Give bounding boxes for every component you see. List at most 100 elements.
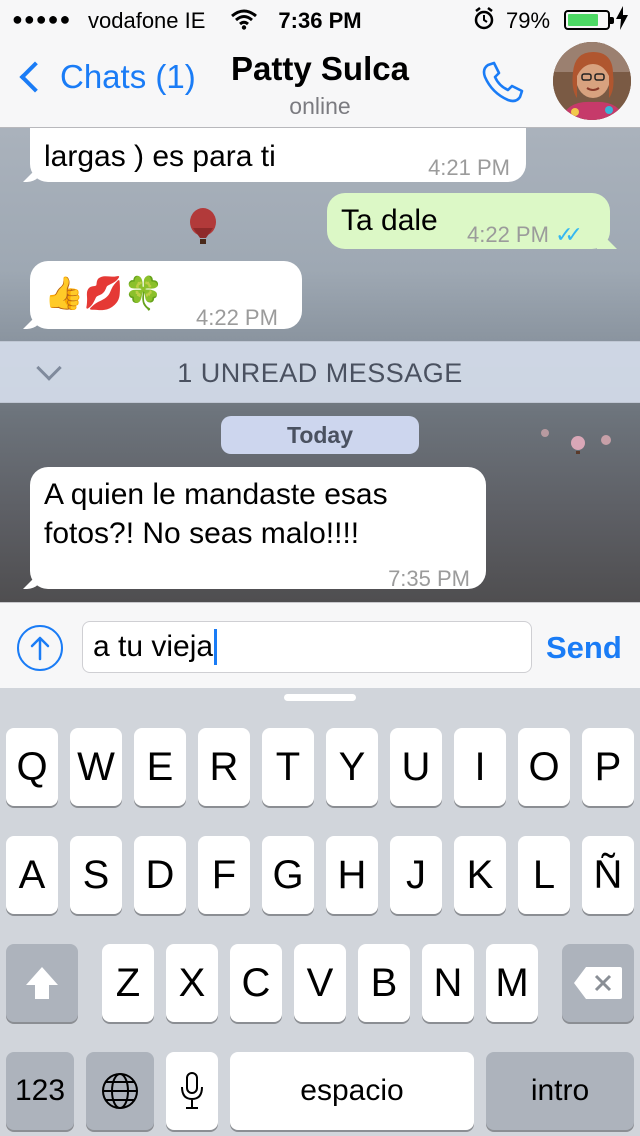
key-a[interactable]: A <box>6 836 58 914</box>
key-e[interactable]: E <box>134 728 186 806</box>
key-o[interactable]: O <box>518 728 570 806</box>
key-label: C <box>241 961 271 1005</box>
key-label: R <box>209 745 239 789</box>
key-label: O <box>528 745 560 789</box>
key-s[interactable]: S <box>70 836 122 914</box>
arrow-up-icon <box>30 636 50 661</box>
delete-icon <box>574 967 622 999</box>
key-y[interactable]: Y <box>326 728 378 806</box>
key-label: V <box>306 961 334 1005</box>
key-x[interactable]: X <box>166 944 218 1022</box>
dictation-key[interactable] <box>166 1052 218 1130</box>
key-d[interactable]: D <box>134 836 186 914</box>
send-button[interactable]: Send <box>546 630 622 666</box>
key-label: 123 <box>14 1074 66 1107</box>
key-f[interactable]: F <box>198 836 250 914</box>
battery-icon <box>564 10 614 30</box>
key-label: X <box>178 961 206 1005</box>
delete-key[interactable] <box>562 944 634 1022</box>
message-bubble-incoming[interactable]: A quien le mandaste esas fotos?! No seas… <box>30 467 486 591</box>
key-q[interactable]: Q <box>6 728 58 806</box>
key-label: Ñ <box>593 853 623 897</box>
key-label: intro <box>530 1074 590 1107</box>
key-label: K <box>466 853 494 897</box>
key-j[interactable]: J <box>390 836 442 914</box>
unread-messages-banner[interactable]: 1 UNREAD MESSAGE <box>0 341 640 403</box>
key-label: B <box>370 961 398 1005</box>
key-label: Y <box>338 745 366 789</box>
key-label: Z <box>115 961 141 1005</box>
date-separator: Today <box>221 416 419 454</box>
key-label: W <box>77 745 115 789</box>
message-text: largas ) es para ti <box>44 140 276 173</box>
message-input-value: a tu vieja <box>93 630 214 663</box>
key-label: M <box>495 961 529 1005</box>
chat-area[interactable]: largas ) es para ti 4:21 PM Ta dale 4:22… <box>0 128 640 602</box>
key-g[interactable]: G <box>262 836 314 914</box>
key-w[interactable]: W <box>70 728 122 806</box>
numbers-key[interactable]: 123 <box>6 1052 74 1130</box>
key-h[interactable]: H <box>326 836 378 914</box>
message-bubble-incoming[interactable]: largas ) es para ti 4:21 PM <box>30 128 526 182</box>
key-z[interactable]: Z <box>102 944 154 1022</box>
key-label: D <box>145 853 175 897</box>
key-b[interactable]: B <box>358 944 410 1022</box>
key-label: E <box>146 745 174 789</box>
key-l[interactable]: L <box>518 836 570 914</box>
hot-air-balloon-image <box>601 435 611 445</box>
avatar[interactable] <box>553 42 631 120</box>
shift-key[interactable] <box>6 944 78 1022</box>
key-m[interactable]: M <box>486 944 538 1022</box>
key-n[interactable]: N <box>422 944 474 1022</box>
key-label: S <box>82 853 110 897</box>
chat-header: ●●●●● vodafone IE 7:36 PM 79% Chats (1) <box>0 0 640 128</box>
key-t[interactable]: T <box>262 728 314 806</box>
text-cursor <box>214 629 218 665</box>
key-u[interactable]: U <box>390 728 442 806</box>
key-p[interactable]: P <box>582 728 634 806</box>
key-k[interactable]: K <box>454 836 506 914</box>
key-label: G <box>272 853 304 897</box>
key-label: P <box>594 745 622 789</box>
battery-percentage: 79% <box>506 8 551 33</box>
key-c[interactable]: C <box>230 944 282 1022</box>
alarm-clock-icon <box>473 7 495 37</box>
message-time: 7:35 PM <box>388 566 470 591</box>
key-v[interactable]: V <box>294 944 346 1022</box>
message-text-line-1: A quien le mandaste esas <box>44 478 388 511</box>
message-time: 4:22 PM <box>196 305 278 330</box>
message-bubble-outgoing[interactable]: Ta dale 4:22 PM ✓✓ <box>327 193 610 249</box>
key-label: F <box>211 853 237 897</box>
key-label: espacio <box>300 1074 404 1107</box>
battery-fill <box>568 14 599 26</box>
key-i[interactable]: I <box>454 728 506 806</box>
microphone-icon <box>181 1072 203 1109</box>
attach-button[interactable] <box>17 625 63 671</box>
message-input-bar: a tu vieja Send <box>0 602 640 688</box>
key-label: Q <box>16 745 48 789</box>
key-label: N <box>433 961 463 1005</box>
key-label: H <box>337 853 367 897</box>
key-label: A <box>18 853 46 897</box>
space-key[interactable]: espacio <box>230 1052 474 1130</box>
status-bar: ●●●●● vodafone IE 7:36 PM 79% <box>0 0 640 40</box>
contact-name[interactable]: Patty Sulca <box>0 50 640 88</box>
message-text: Ta dale <box>341 204 438 237</box>
globe-key[interactable] <box>86 1052 154 1130</box>
key-r[interactable]: R <box>198 728 250 806</box>
message-time: 4:22 PM <box>467 222 549 247</box>
globe-icon <box>102 1073 138 1109</box>
keyboard: Q W E R T Y U I O P A S D F G H J K L Ñ Z X C V B N M 123 espacio int… <box>0 688 640 1136</box>
message-bubble-incoming[interactable]: 👍💋🍀 4:22 PM <box>30 261 302 330</box>
key-label: L <box>532 853 556 897</box>
return-key[interactable]: intro <box>486 1052 634 1130</box>
hot-air-balloon-image <box>571 436 585 454</box>
keyboard-handle[interactable] <box>284 694 356 701</box>
message-text-line-2: fotos?! No seas malo!!!! <box>44 517 360 550</box>
message-text-field[interactable]: a tu vieja <box>82 621 532 673</box>
message-time: 4:21 PM <box>428 155 510 180</box>
phone-icon <box>482 61 524 103</box>
call-button[interactable] <box>478 57 528 107</box>
key-n-tilde[interactable]: Ñ <box>582 836 634 914</box>
hot-air-balloon-image <box>190 208 216 244</box>
